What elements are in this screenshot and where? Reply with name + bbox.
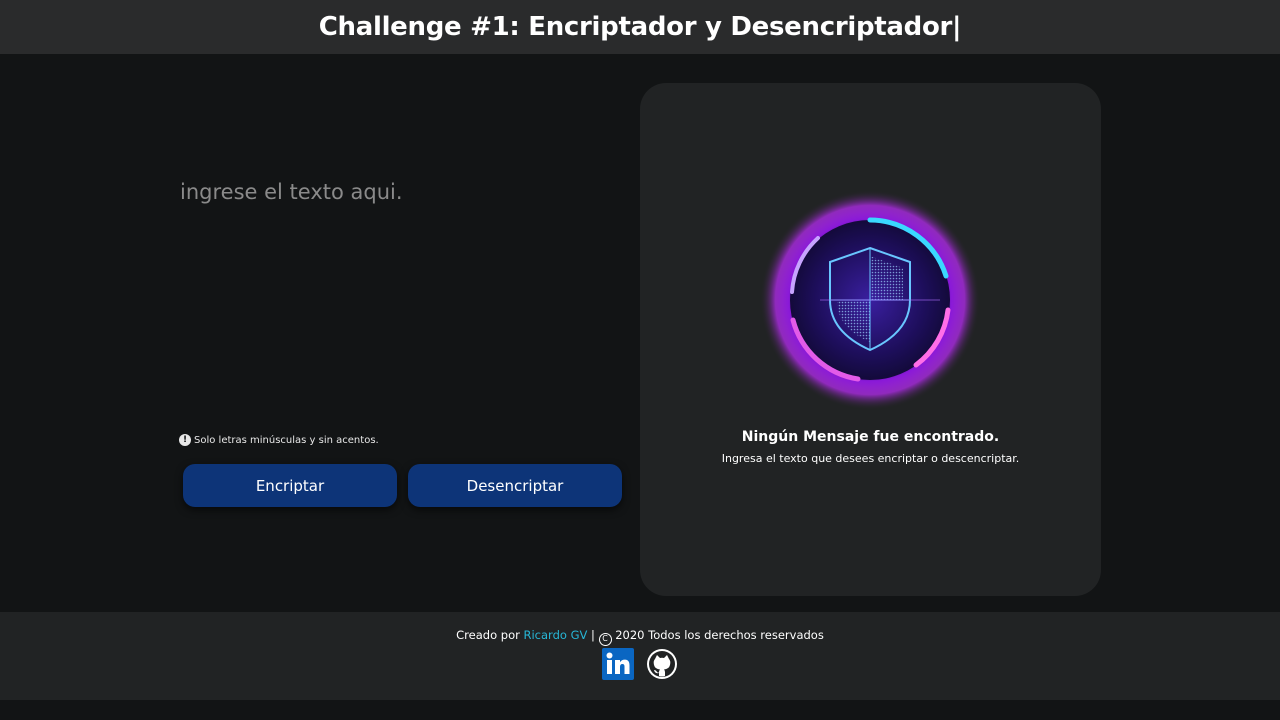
github-icon[interactable] [646, 648, 678, 680]
footer [0, 612, 1280, 700]
info-icon: ! [179, 434, 191, 446]
security-shield-emblem [760, 190, 980, 410]
page-title: Challenge #1: Encriptador y Desencriptad… [318, 12, 962, 42]
bottom-strip [0, 700, 1280, 720]
credits-separator: | [587, 628, 599, 642]
decrypt-button[interactable]: Desencriptar [408, 464, 622, 507]
footer-credits: Creado por Ricardo GV | C 2020 Todos los… [0, 628, 1280, 646]
credits-prefix: Creado por [456, 628, 524, 642]
encrypt-button[interactable]: Encriptar [183, 464, 397, 507]
text-input[interactable] [180, 180, 620, 410]
header-bar: Challenge #1: Encriptador y Desencriptad… [0, 0, 1280, 54]
result-subtitle: Ingresa el texto que desees encriptar o … [721, 452, 1020, 465]
linkedin-icon[interactable] [602, 648, 634, 680]
hint-text: Solo letras minúsculas y sin acentos. [194, 434, 379, 446]
author-link[interactable]: Ricardo GV [524, 628, 588, 642]
result-title: Ningún Mensaje fue encontrado. [741, 429, 1000, 445]
copyright-icon: C [598, 633, 612, 646]
credits-rights: 2020 Todos los derechos reservados [611, 628, 824, 642]
input-hint: ! Solo letras minúsculas y sin acentos. [179, 434, 379, 446]
